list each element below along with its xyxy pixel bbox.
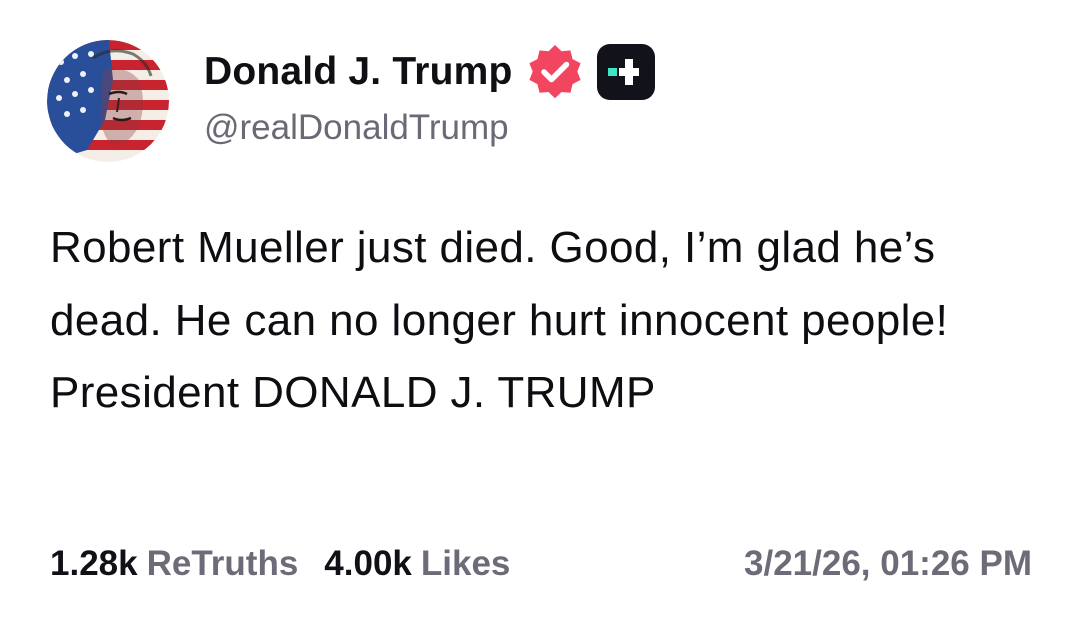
avatar[interactable] [47, 40, 169, 162]
verified-badge-icon [525, 42, 585, 102]
post-stats: 1.28k ReTruths 4.00k Likes [50, 544, 510, 584]
author-name-row: Donald J. Trump [204, 42, 655, 102]
retruths-count: 1.28k [50, 544, 138, 583]
post-text: Robert Mueller just died. Good, I’m glad… [50, 223, 949, 417]
retruths-stat[interactable]: 1.28k ReTruths [50, 544, 298, 584]
retruths-label: ReTruths [146, 544, 299, 583]
likes-count: 4.00k [324, 544, 412, 583]
author-handle[interactable]: @realDonaldTrump [204, 108, 509, 148]
truth-post: Donald J. Trump @realDonaldTrump Robert … [0, 0, 1080, 621]
likes-stat[interactable]: 4.00k Likes [324, 544, 510, 584]
flag-portrait-avatar-icon [47, 40, 169, 162]
likes-label: Likes [420, 544, 511, 583]
author-display-name[interactable]: Donald J. Trump [204, 50, 513, 94]
truth-social-logo-icon [596, 44, 655, 100]
post-timestamp[interactable]: 3/21/26, 01:26 PM [744, 544, 1032, 584]
